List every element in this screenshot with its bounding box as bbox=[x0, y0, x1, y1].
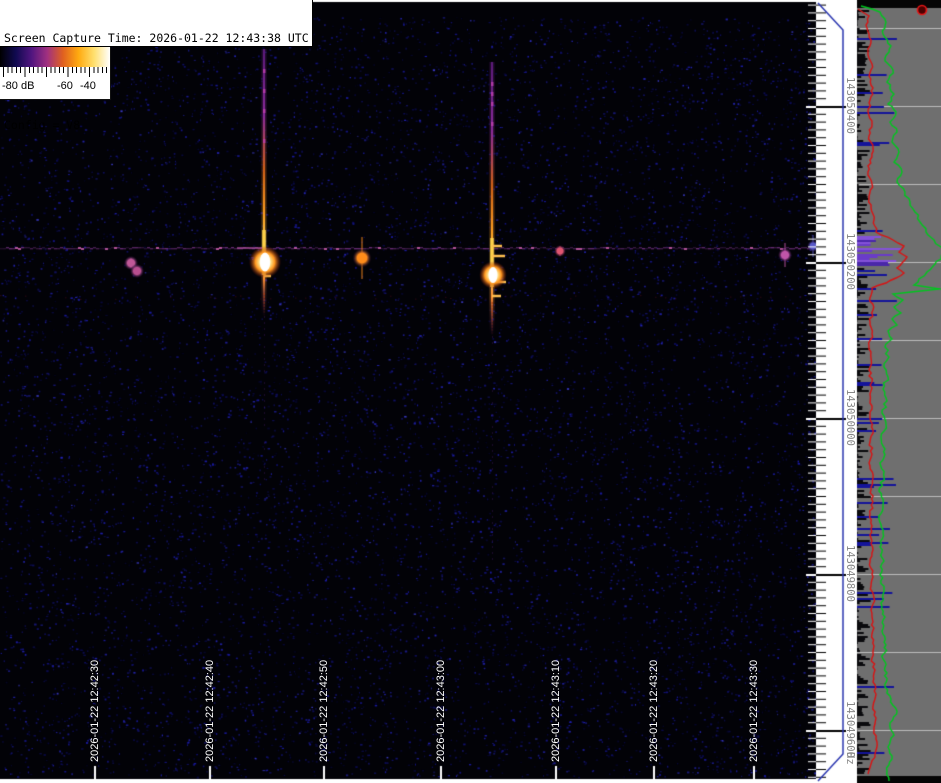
frequency-label: 143050000 bbox=[843, 389, 856, 446]
spectrum-lab-window: Screen Capture Time: 2026-01-22 12:43:38… bbox=[0, 0, 941, 783]
time-label: 2026-01-22 12:43:20 bbox=[648, 660, 661, 762]
legend-label-mid: -60 bbox=[57, 80, 73, 92]
frequency-unit-label: Hz bbox=[843, 752, 856, 765]
time-label: 2026-01-22 12:43:10 bbox=[550, 660, 563, 762]
frequency-label: 143050400 bbox=[843, 77, 856, 134]
legend-label-min: -80 dB bbox=[2, 80, 34, 92]
config-text: Config = V8 bbox=[4, 118, 312, 133]
capture-time-text: Screen Capture Time: 2026-01-22 12:43:38… bbox=[4, 31, 312, 46]
legend-major-ticks bbox=[3, 67, 107, 77]
color-gradient-bar bbox=[0, 47, 110, 67]
time-label: 2026-01-22 12:42:40 bbox=[204, 660, 217, 762]
spectrum-graph[interactable] bbox=[857, 0, 941, 783]
time-label: 2026-01-22 12:43:00 bbox=[435, 660, 448, 762]
capture-info-box: Screen Capture Time: 2026-01-22 12:43:38… bbox=[0, 0, 313, 47]
frequency-label: 143049600 bbox=[843, 701, 856, 758]
time-label: 2026-01-22 12:43:30 bbox=[748, 660, 761, 762]
frequency-label: 143049800 bbox=[843, 545, 856, 602]
amplitude-color-legend: -80 dB -60 -40 bbox=[0, 47, 111, 100]
time-label: 2026-01-22 12:42:50 bbox=[318, 660, 331, 762]
legend-label-max: -40 bbox=[80, 80, 96, 92]
frequency-label: 143050200 bbox=[843, 233, 856, 290]
record-indicator bbox=[916, 4, 929, 17]
time-label: 2026-01-22 12:42:30 bbox=[89, 660, 102, 762]
